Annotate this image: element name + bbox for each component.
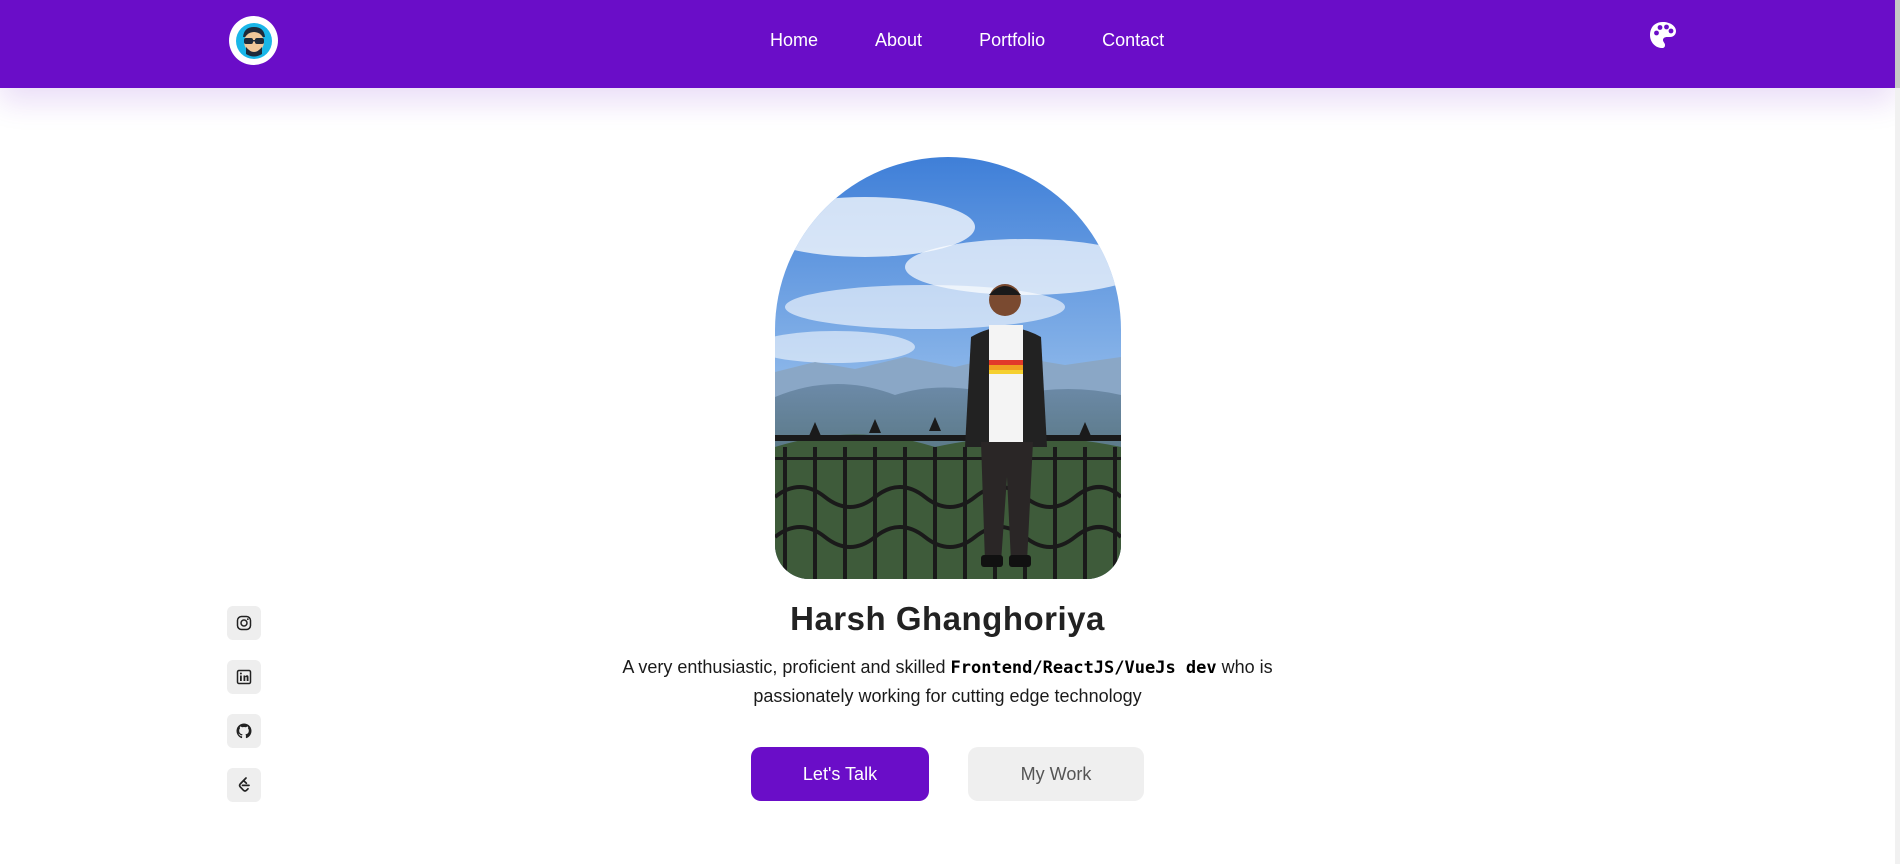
social-links (227, 606, 261, 822)
profile-photo (775, 157, 1121, 579)
intro-text-start: A very enthusiastic, proficient and skil… (622, 657, 951, 677)
github-link[interactable] (227, 714, 261, 748)
my-work-button[interactable]: My Work (968, 747, 1144, 801)
main-nav: Home About Portfolio Contact (770, 0, 1221, 80)
scrollbar-thumb[interactable] (1895, 0, 1900, 88)
avatar-icon (235, 22, 272, 59)
hero-name: Harsh Ghanghoriya (790, 600, 1105, 637)
linkedin-icon (236, 669, 252, 685)
nav-about[interactable]: About (875, 30, 922, 51)
theme-palette-button[interactable] (1648, 20, 1678, 50)
nav-home[interactable]: Home (770, 30, 818, 51)
leetcode-icon (238, 777, 250, 792)
linkedin-link[interactable] (227, 660, 261, 694)
palette-icon (1650, 22, 1676, 48)
page-scrollbar[interactable] (1895, 0, 1900, 864)
nav-contact[interactable]: Contact (1102, 30, 1164, 51)
logo-avatar[interactable] (229, 16, 278, 65)
instagram-link[interactable] (227, 606, 261, 640)
github-icon (236, 723, 252, 739)
nav-portfolio[interactable]: Portfolio (979, 30, 1045, 51)
top-navbar: Home About Portfolio Contact (0, 0, 1895, 88)
instagram-icon (236, 615, 252, 631)
intro-role: Frontend/ReactJS/VueJs dev (950, 658, 1217, 678)
lets-talk-button[interactable]: Let's Talk (751, 747, 929, 801)
leetcode-link[interactable] (227, 768, 261, 802)
hero-description: A very enthusiastic, proficient and skil… (620, 653, 1275, 710)
